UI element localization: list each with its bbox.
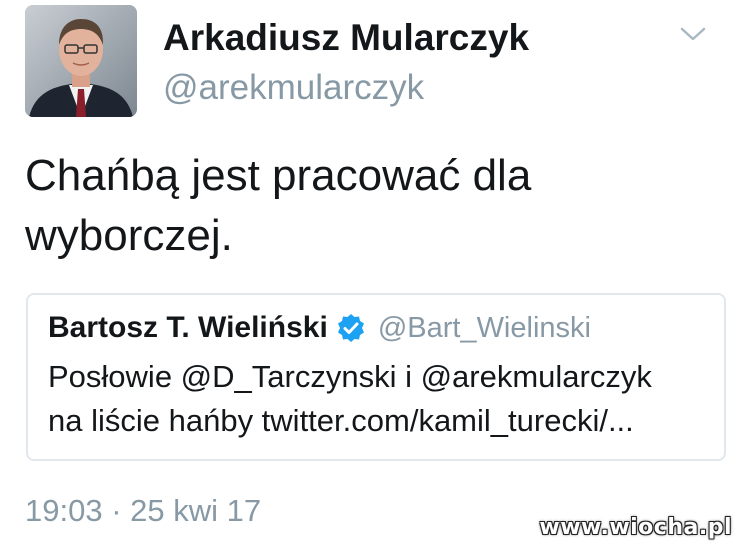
tweet-timestamp[interactable]: 19:03 · 25 kwi 17 <box>25 493 261 529</box>
verified-badge-icon <box>337 314 364 342</box>
quoted-tweet-line: na liście hańby twitter.com/kamil_tureck… <box>48 403 634 438</box>
watermark: www.wiocha.pl <box>539 515 732 540</box>
quoted-author-handle[interactable]: @Bart_Wielinski <box>378 312 591 345</box>
avatar[interactable] <box>25 5 137 117</box>
author-display-name[interactable]: Arkadiusz Mularczyk <box>163 17 529 59</box>
chevron-down-icon[interactable] <box>678 24 708 44</box>
quoted-tweet-header: Bartosz T. Wieliński @Bart_Wielinski <box>48 311 591 345</box>
tweet-text-line: wyborczej. <box>25 211 233 260</box>
quoted-author-name[interactable]: Bartosz T. Wieliński <box>48 311 328 345</box>
quoted-tweet-card[interactable]: Bartosz T. Wieliński @Bart_Wielinski Pos… <box>26 293 726 461</box>
tweet-text: Chańbą jest pracować dla wyborczej. <box>25 146 705 266</box>
author-handle[interactable]: @arekmularczyk <box>163 68 424 108</box>
quoted-tweet-line: Posłowie @D_Tarczynski i @arekmularczyk <box>48 359 652 394</box>
quoted-tweet-text: Posłowie @D_Tarczynski i @arekmularczyk … <box>48 355 708 443</box>
tweet-text-line: Chańbą jest pracować dla <box>25 151 532 200</box>
profile-photo <box>25 5 137 117</box>
